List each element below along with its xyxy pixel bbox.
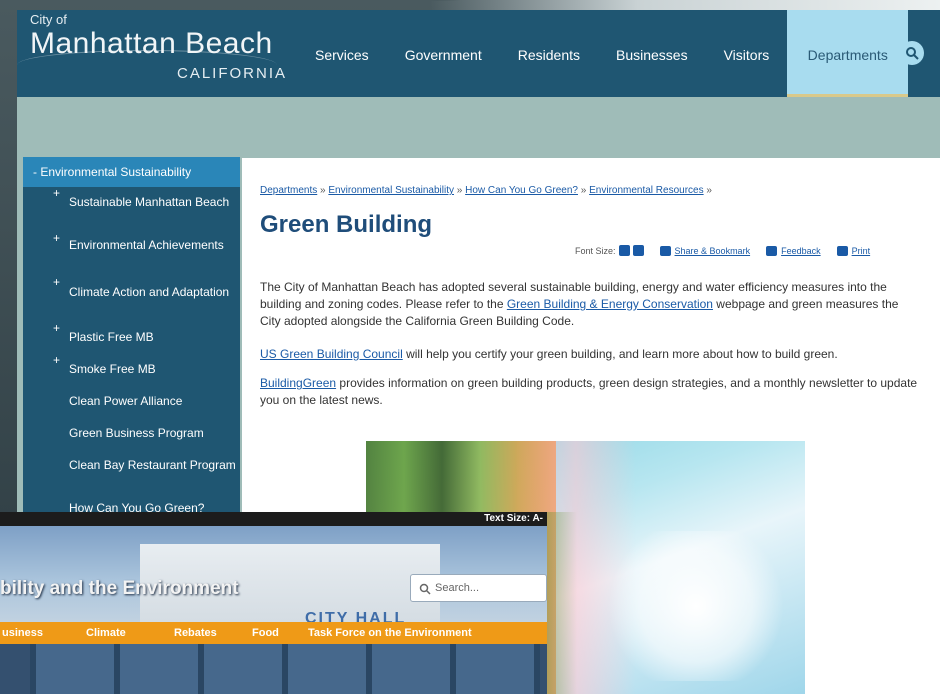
sidebar-item-label: Environmental Achievements: [69, 238, 224, 252]
search-button[interactable]: [900, 41, 924, 65]
paragraph-text: provides information on green building p…: [260, 376, 918, 407]
font-increase-icon[interactable]: [618, 245, 630, 256]
buildinggreen-paragraph: BuildingGreen provides information on gr…: [260, 375, 920, 409]
search-icon: [906, 47, 919, 60]
sidebar-item-smoke-free[interactable]: + Smoke Free MB: [23, 354, 240, 386]
page-tools: Font Size: Share & Bookmark Feedback Pri…: [575, 245, 870, 256]
nav-services[interactable]: Services: [297, 10, 387, 97]
sidebar-item-label: Sustainable Manhattan Beach: [69, 195, 230, 209]
sidebar-item-clean-power[interactable]: Clean Power Alliance: [23, 386, 240, 418]
nav-visitors[interactable]: Visitors: [706, 10, 788, 97]
sustainability-website-screenshot: Text Size: A- bility and the Environment…: [0, 512, 547, 694]
expand-icon[interactable]: +: [53, 354, 60, 367]
sidebar-item-label: Climate Action and Adaptation: [69, 285, 230, 299]
lower-banner-image: [30, 644, 540, 694]
sidebar-item-label: Plastic Free MB: [69, 330, 154, 344]
logo-title[interactable]: Manhattan Beach: [30, 27, 273, 61]
breadcrumb: Departments » Environmental Sustainabili…: [260, 185, 712, 196]
print-icon: [836, 245, 848, 256]
feedback-icon: [766, 245, 778, 256]
nav-businesses[interactable]: Businesses: [598, 10, 706, 97]
font-size-label: Font Size:: [575, 245, 616, 256]
breadcrumb-link[interactable]: Environmental Resources: [589, 185, 704, 196]
cloud-image: [596, 531, 796, 681]
search-input[interactable]: Search...: [410, 574, 547, 602]
sidebar-item-clean-bay[interactable]: Clean Bay Restaurant Program: [23, 450, 240, 496]
share-icon: [659, 245, 671, 256]
sidebar-item-climate-action[interactable]: + Climate Action and Adaptation: [23, 276, 240, 322]
logo-state: CALIFORNIA: [177, 65, 288, 82]
share-bookmark-link[interactable]: Share & Bookmark: [675, 246, 751, 256]
sidebar-item-label: Clean Bay Restaurant Program: [69, 458, 236, 472]
breadcrumb-link[interactable]: Departments: [260, 185, 317, 196]
expand-icon[interactable]: +: [53, 322, 60, 335]
usgbc-paragraph: US Green Building Council will help you …: [260, 346, 920, 363]
usgbc-link[interactable]: US Green Building Council: [260, 347, 403, 361]
green-building-energy-link[interactable]: Green Building & Energy Conservation: [507, 297, 713, 311]
expand-icon[interactable]: +: [53, 187, 60, 200]
breadcrumb-link[interactable]: Environmental Sustainability: [328, 185, 454, 196]
sidebar-nav: - Environmental Sustainability + Sustaina…: [23, 157, 240, 517]
sidebar-item-sustainable-manhattan-beach[interactable]: + Sustainable Manhattan Beach: [23, 187, 240, 232]
sidebar-item-environmental-achievements[interactable]: + Environmental Achievements: [23, 232, 240, 276]
nav-government[interactable]: Government: [387, 10, 500, 97]
logo-city-of: City of: [30, 12, 67, 27]
expand-icon[interactable]: +: [53, 276, 60, 289]
sidebar-item-plastic-free[interactable]: + Plastic Free MB: [23, 322, 240, 354]
sidebar-item-label: Clean Power Alliance: [69, 394, 183, 408]
search-icon: [419, 583, 431, 595]
search-placeholder: Search...: [435, 582, 480, 594]
nav-business[interactable]: usiness: [0, 622, 58, 644]
top-bar: Text Size: A-: [0, 512, 547, 526]
main-nav: Services Government Residents Businesses…: [297, 10, 909, 97]
nav-rebates[interactable]: Rebates: [150, 622, 234, 644]
expand-icon[interactable]: +: [53, 232, 60, 245]
sidebar-item-label: Smoke Free MB: [69, 362, 156, 376]
banner: bility and the Environment CITY HALL Sea…: [0, 526, 547, 644]
nav-food[interactable]: Food: [234, 622, 294, 644]
text-size-control[interactable]: Text Size: A-: [484, 513, 543, 524]
print-link[interactable]: Print: [852, 246, 871, 256]
page-title: Green Building: [260, 211, 433, 238]
sidebar-header[interactable]: - Environmental Sustainability: [23, 157, 240, 187]
nav-residents[interactable]: Residents: [500, 10, 598, 97]
breadcrumb-link[interactable]: How Can You Go Green?: [465, 185, 578, 196]
banner-title: bility and the Environment: [0, 578, 239, 599]
intro-paragraph: The City of Manhattan Beach has adopted …: [260, 279, 920, 330]
nav-departments[interactable]: Departments: [787, 10, 909, 97]
sidebar-item-green-business[interactable]: Green Business Program: [23, 418, 240, 450]
paragraph-text: will help you certify your green buildin…: [402, 347, 838, 361]
font-decrease-icon[interactable]: [632, 245, 644, 256]
nav-task-force[interactable]: Task Force on the Environment: [294, 622, 534, 644]
buildinggreen-link[interactable]: BuildingGreen: [260, 376, 336, 390]
site-header: City of Manhattan Beach CALIFORNIA Servi…: [17, 10, 940, 97]
feedback-link[interactable]: Feedback: [781, 246, 821, 256]
sidebar-item-label: Green Business Program: [69, 426, 204, 440]
overlap-shadow: [547, 512, 577, 694]
orange-nav-bar: usiness Climate Rebates Food Task Force …: [0, 622, 547, 644]
nav-climate[interactable]: Climate: [58, 622, 150, 644]
